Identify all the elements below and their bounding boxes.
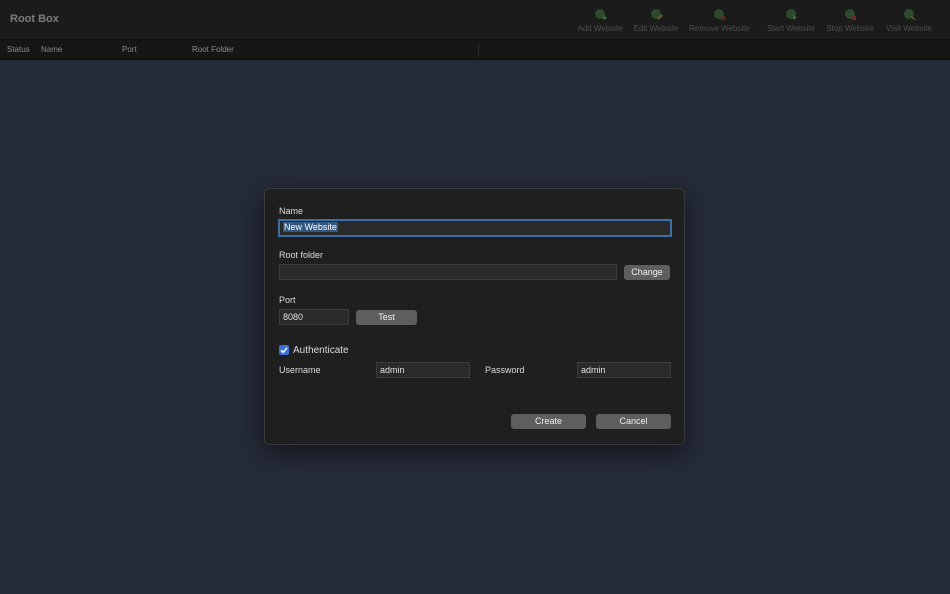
- column-status[interactable]: Status: [7, 45, 30, 54]
- globe-visit-icon: [903, 9, 916, 21]
- name-field[interactable]: New Website: [278, 219, 672, 237]
- column-name[interactable]: Name: [41, 45, 62, 54]
- visit-website-label: Visit Website: [886, 24, 932, 33]
- globe-start-icon: [785, 9, 797, 20]
- stop-website-label: Stop Website: [826, 24, 874, 33]
- table-header: Status Name Port Root Folder: [0, 40, 950, 60]
- port-label: Port: [279, 295, 296, 305]
- username-field[interactable]: admin: [376, 362, 470, 378]
- edit-website-label: Edit Website: [633, 24, 679, 33]
- globe-remove-icon: [713, 9, 726, 21]
- globe-edit-icon: [650, 9, 663, 20]
- test-button[interactable]: Test: [356, 310, 417, 325]
- password-field[interactable]: admin: [577, 362, 671, 378]
- start-website-button[interactable]: Start Website: [761, 8, 821, 38]
- authenticate-label[interactable]: Authenticate: [293, 345, 349, 356]
- app-title: Root Box: [10, 13, 59, 25]
- remove-website-button[interactable]: Remove Website: [689, 8, 750, 38]
- column-divider: [478, 43, 479, 57]
- port-field[interactable]: 8080: [279, 309, 349, 325]
- create-button[interactable]: Create: [511, 414, 586, 429]
- root-folder-label: Root folder: [279, 250, 324, 260]
- authenticate-checkbox[interactable]: [279, 345, 289, 355]
- add-website-label: Add Website: [577, 24, 623, 33]
- title-toolbar: Root Box Add Website Edit Website Remove…: [0, 0, 950, 40]
- remove-website-label: Remove Website: [689, 24, 750, 33]
- change-button[interactable]: Change: [624, 265, 670, 280]
- new-website-dialog: Name New Website Root folder Change Port…: [264, 188, 685, 445]
- password-label: Password: [485, 365, 525, 375]
- name-label: Name: [279, 206, 304, 216]
- globe-stop-icon: [844, 9, 856, 20]
- start-website-label: Start Website: [767, 24, 815, 33]
- root-folder-field[interactable]: [279, 264, 617, 280]
- column-port[interactable]: Port: [122, 45, 137, 54]
- add-website-button[interactable]: Add Website: [570, 8, 630, 38]
- globe-add-icon: [594, 9, 607, 21]
- edit-website-button[interactable]: Edit Website: [626, 8, 686, 38]
- username-label: Username: [279, 365, 321, 375]
- checkmark-icon: [280, 347, 288, 354]
- stop-website-button[interactable]: Stop Website: [820, 8, 880, 38]
- column-root-folder[interactable]: Root Folder: [192, 45, 234, 54]
- cancel-button[interactable]: Cancel: [596, 414, 671, 429]
- visit-website-button[interactable]: Visit Website: [879, 8, 939, 38]
- name-field-value: New Website: [283, 222, 338, 232]
